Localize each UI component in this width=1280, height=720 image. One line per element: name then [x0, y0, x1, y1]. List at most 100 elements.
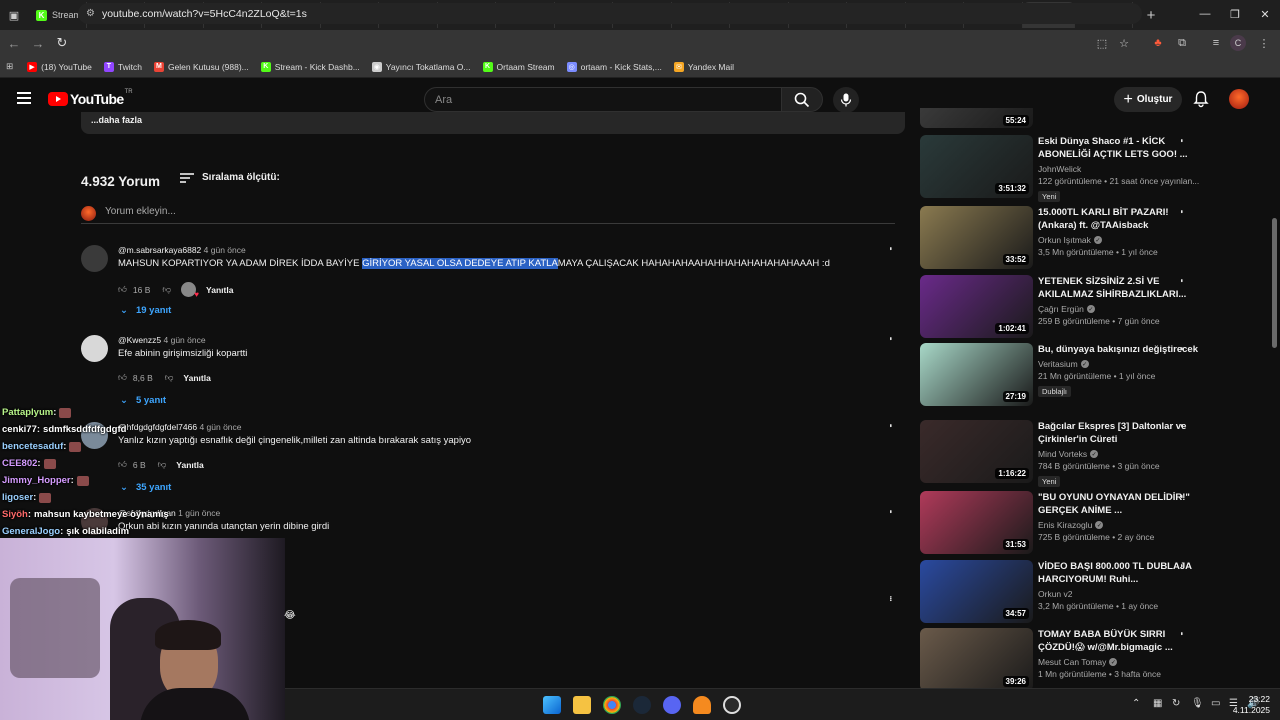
video-card[interactable]: 1:02:41 YETENEK SİZSİNİZ 2.Sİ VE AKILALMA…: [920, 275, 1260, 339]
new-tab-button[interactable]: +: [1139, 7, 1163, 24]
comment-menu-icon[interactable]: •••: [887, 337, 893, 339]
video-title[interactable]: Bu, dünyaya bakışınızı değiştirecek: [1038, 343, 1198, 356]
tray-overflow-icon[interactable]: ⌃: [1132, 698, 1140, 709]
video-channel[interactable]: Mesut Can Tomay ✓: [1038, 657, 1198, 667]
video-thumbnail[interactable]: 55:24: [920, 108, 1033, 128]
video-title[interactable]: 15.000TL KARLI BİT PAZARI! (Ankara) ft. …: [1038, 206, 1198, 232]
video-card[interactable]: 1:16:22 Bağcılar Ekspres [3] Daltonlar ve…: [920, 420, 1260, 487]
video-card[interactable]: 55:24: [920, 108, 1260, 128]
search-input[interactable]: Ara: [424, 87, 782, 112]
extensions-puzzle-icon[interactable]: ⧉: [1172, 33, 1192, 53]
comment-author[interactable]: @Kwenzz5: [118, 335, 161, 345]
video-card[interactable]: 31:53 "BU OYUNU OYNAYAN DELİDİR!" GERÇEK …: [920, 491, 1260, 555]
video-thumbnail[interactable]: 31:53: [920, 491, 1033, 554]
url-text[interactable]: youtube.com/watch?v=5HcC4n2ZLoQ&t=1s: [102, 8, 307, 20]
media-control-icon[interactable]: ≡: [1206, 33, 1226, 53]
start-menu-icon[interactable]: [543, 696, 561, 714]
browser-menu-icon[interactable]: ⋮: [1254, 33, 1274, 53]
notifications-bell-icon[interactable]: [1192, 90, 1210, 108]
comment-time[interactable]: 4 gün önce: [204, 245, 246, 255]
steam-icon[interactable]: [633, 696, 651, 714]
video-title[interactable]: Eski Dünya Shaco #1 - KİCK ABONELİĞİ AÇT…: [1038, 135, 1198, 161]
account-avatar[interactable]: [1229, 89, 1249, 109]
video-menu-icon[interactable]: •••: [1178, 210, 1184, 212]
reply-button[interactable]: Yanıtla: [183, 373, 210, 383]
tray-display-icon[interactable]: ▭: [1211, 698, 1220, 709]
video-channel[interactable]: Orkun Işıtmak ✓: [1038, 235, 1198, 245]
like-button[interactable]: 👍︎ 8,6 B: [118, 372, 153, 383]
video-thumbnail[interactable]: 1:16:22: [920, 420, 1033, 483]
comment-menu-icon[interactable]: •••: [887, 596, 893, 601]
sort-button[interactable]: Sıralama ölçütü:: [180, 172, 280, 183]
page-scrollbar[interactable]: [1272, 218, 1277, 348]
video-thumbnail[interactable]: 39:26: [920, 628, 1033, 691]
comment-menu-icon[interactable]: •••: [887, 510, 893, 512]
comment-time[interactable]: 4 gün önce: [164, 335, 206, 345]
video-title[interactable]: YETENEK SİZSİNİZ 2.Sİ VE AKILALMAZ SİHİR…: [1038, 275, 1198, 301]
bookmark-item[interactable]: K Stream - Kick Dashb...: [260, 61, 360, 72]
site-info-icon[interactable]: ⚙: [86, 8, 95, 19]
video-menu-icon[interactable]: •••: [1178, 495, 1184, 497]
view-replies-button[interactable]: ⌄ 19 yanıt: [120, 305, 171, 316]
video-thumbnail[interactable]: 27:19: [920, 343, 1033, 406]
minimize-icon[interactable]: —: [1190, 0, 1220, 28]
video-channel[interactable]: Mind Vorteks ✓: [1038, 449, 1198, 459]
video-thumbnail[interactable]: 33:52: [920, 206, 1033, 269]
video-menu-icon[interactable]: •••: [1178, 279, 1184, 281]
video-card[interactable]: 3:51:32 Eski Dünya Shaco #1 - KİCK ABONEL…: [920, 135, 1260, 202]
bookmark-item[interactable]: K Ortaam Stream: [482, 61, 555, 72]
commenter-avatar[interactable]: [81, 245, 108, 272]
video-thumbnail[interactable]: 1:02:41: [920, 275, 1033, 338]
video-thumbnail[interactable]: 34:57: [920, 560, 1033, 623]
system-clock[interactable]: 23:22 4.11.2025: [1233, 694, 1270, 716]
video-title[interactable]: TOMAY BABA BÜYÜK SIRRI ÇÖZDÜ!😱 w/@Mr.big…: [1038, 628, 1198, 654]
close-window-icon[interactable]: ✕: [1250, 0, 1280, 28]
reload-icon[interactable]: ↻: [50, 35, 74, 51]
extension-icon[interactable]: ♣: [1148, 33, 1168, 53]
video-menu-icon[interactable]: •••: [1178, 139, 1184, 141]
discord-icon[interactable]: [663, 696, 681, 714]
video-menu-icon[interactable]: •••: [1178, 632, 1184, 634]
video-card[interactable]: 34:57 VİDEO BAŞI 800.000 TL DUBLAJA HARCI…: [920, 560, 1260, 624]
youtube-logo[interactable]: YouTube TR: [48, 89, 133, 107]
bookmark-item[interactable]: ✉ Yandex Mail: [673, 61, 734, 72]
bookmark-star-icon[interactable]: ☆: [1114, 33, 1134, 53]
video-menu-icon[interactable]: •••: [1178, 347, 1184, 349]
bookmark-item[interactable]: M Gelen Kutusu (988)...: [153, 61, 249, 72]
description-more-label[interactable]: ...daha fazla: [81, 112, 905, 134]
video-card[interactable]: 39:26 TOMAY BABA BÜYÜK SIRRI ÇÖZDÜ!😱 w/@M…: [920, 628, 1260, 692]
add-comment-field[interactable]: Yorum ekleyin...: [81, 206, 895, 224]
bookmark-item[interactable]: ▶ (18) YouTube: [27, 61, 92, 72]
app-icon[interactable]: [693, 696, 711, 714]
file-explorer-icon[interactable]: [573, 696, 591, 714]
bookmark-item[interactable]: ◎ ortaam - Kick Stats,...: [566, 61, 662, 72]
omnibox[interactable]: ⚙ youtube.com/watch?v=5HcC4n2ZLoQ&t=1s: [78, 3, 1142, 24]
apps-grid-icon[interactable]: ⊞: [6, 61, 13, 72]
bookmark-item[interactable]: ◉ Yayıncı Tokatlama O...: [371, 61, 471, 72]
comment-menu-icon[interactable]: •••: [887, 247, 893, 249]
dislike-icon[interactable]: 👎︎: [162, 284, 171, 295]
video-channel[interactable]: Çağrı Ergün ✓: [1038, 304, 1198, 314]
back-icon[interactable]: ←: [2, 36, 26, 51]
obs-icon[interactable]: [723, 696, 741, 714]
comment-menu-icon[interactable]: •••: [887, 424, 893, 426]
profile-avatar[interactable]: C: [1230, 35, 1246, 51]
bookmark-item[interactable]: T Twitch: [103, 61, 142, 72]
video-title[interactable]: VİDEO BAŞI 800.000 TL DUBLAJA HARCIYORUM…: [1038, 560, 1198, 586]
video-card[interactable]: 33:52 15.000TL KARLI BİT PAZARI! (Ankara)…: [920, 206, 1260, 270]
forward-icon[interactable]: →: [26, 36, 50, 51]
dislike-icon[interactable]: 👎︎: [165, 372, 174, 383]
video-menu-icon[interactable]: •••: [1178, 564, 1184, 566]
comment-author[interactable]: @m.sabrsarkaya6882: [118, 245, 201, 255]
video-card[interactable]: 27:19 Bu, dünyaya bakışınızı değiştirecek…: [920, 343, 1260, 407]
like-button[interactable]: 👍︎ 16 B: [118, 284, 150, 295]
menu-hamburger-icon[interactable]: [17, 92, 31, 104]
tab-search-icon[interactable]: ▣: [0, 1, 28, 29]
reply-button[interactable]: Yanıtla: [206, 285, 233, 295]
video-channel[interactable]: Enis Kirazoglu ✓: [1038, 520, 1198, 530]
chrome-icon[interactable]: [603, 696, 621, 714]
video-channel[interactable]: Orkun v2: [1038, 589, 1198, 599]
video-menu-icon[interactable]: •••: [1178, 424, 1184, 426]
install-app-icon[interactable]: ⬚: [1092, 33, 1112, 53]
tray-network-icon[interactable]: ↻: [1172, 698, 1180, 709]
